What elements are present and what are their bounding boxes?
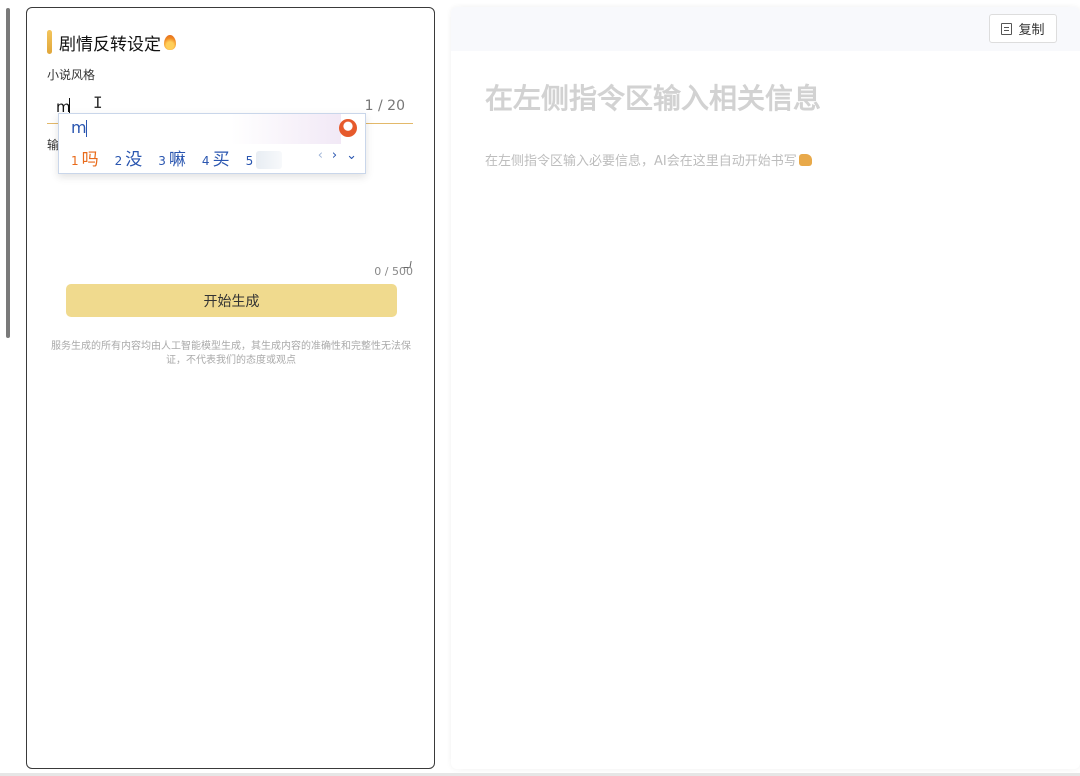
ime-candidate-list: 1吗 2没 3嘛 4买 5 xyxy=(71,145,283,170)
ime-logo-icon[interactable] xyxy=(339,119,357,137)
copy-icon xyxy=(1001,22,1013,35)
writing-hand-icon xyxy=(798,154,812,166)
chevron-left-icon[interactable]: ‹ xyxy=(318,148,323,163)
ime-nav: ‹ › ⌄ xyxy=(318,148,357,163)
output-panel: 复制 在左侧指令区输入相关信息 在左侧指令区输入必要信息，AI会在这里自动开始书… xyxy=(451,7,1080,769)
placeholder-subtitle: 在左侧指令区输入必要信息，AI会在这里自动开始书写 xyxy=(485,150,812,169)
ime-caret xyxy=(86,120,87,137)
copy-button[interactable]: 复制 xyxy=(989,14,1057,43)
ibeam-cursor-icon: I xyxy=(93,93,103,112)
ime-composition: m xyxy=(71,118,87,137)
ime-candidate[interactable]: 4买 xyxy=(202,145,230,170)
disclaimer-text: 服务生成的所有内容均由人工智能模型生成，其生成内容的准确性和完整性无法保证，不代… xyxy=(51,341,411,366)
ime-glow xyxy=(231,114,341,144)
ime-candidate[interactable]: 2没 xyxy=(115,145,143,170)
chevron-right-icon[interactable]: › xyxy=(332,148,337,163)
ime-candidate[interactable]: 1吗 xyxy=(71,145,99,170)
content-textarea[interactable] xyxy=(47,158,413,270)
panel-title-text: 剧情反转设定 xyxy=(59,34,161,55)
ime-candidate[interactable]: 3嘛 xyxy=(158,145,186,170)
scrollbar-thumb[interactable] xyxy=(6,8,10,338)
generate-button[interactable]: 开始生成 xyxy=(66,284,397,317)
textarea-counter: 0 / 500 xyxy=(374,265,413,278)
chevron-down-icon[interactable]: ⌄ xyxy=(346,148,357,163)
ime-candidate[interactable]: 5 xyxy=(246,150,283,170)
ime-emoji-candidate-icon xyxy=(256,151,283,169)
panel-title: 剧情反转设定 xyxy=(47,30,176,55)
style-input-counter: 1 / 20 xyxy=(364,98,405,114)
output-header: 复制 xyxy=(451,7,1080,51)
placeholder-subtitle-text: 在左侧指令区输入必要信息，AI会在这里自动开始书写 xyxy=(485,154,797,169)
copy-button-label: 复制 xyxy=(1018,23,1045,38)
placeholder-title: 在左侧指令区输入相关信息 xyxy=(485,82,822,115)
flame-icon xyxy=(164,34,176,50)
ime-candidate-popup[interactable]: m 1吗 2没 3嘛 4买 5 ‹ › ⌄ xyxy=(58,113,366,174)
style-field-label: 小说风格 xyxy=(47,68,96,82)
title-accent-bar xyxy=(47,30,52,54)
